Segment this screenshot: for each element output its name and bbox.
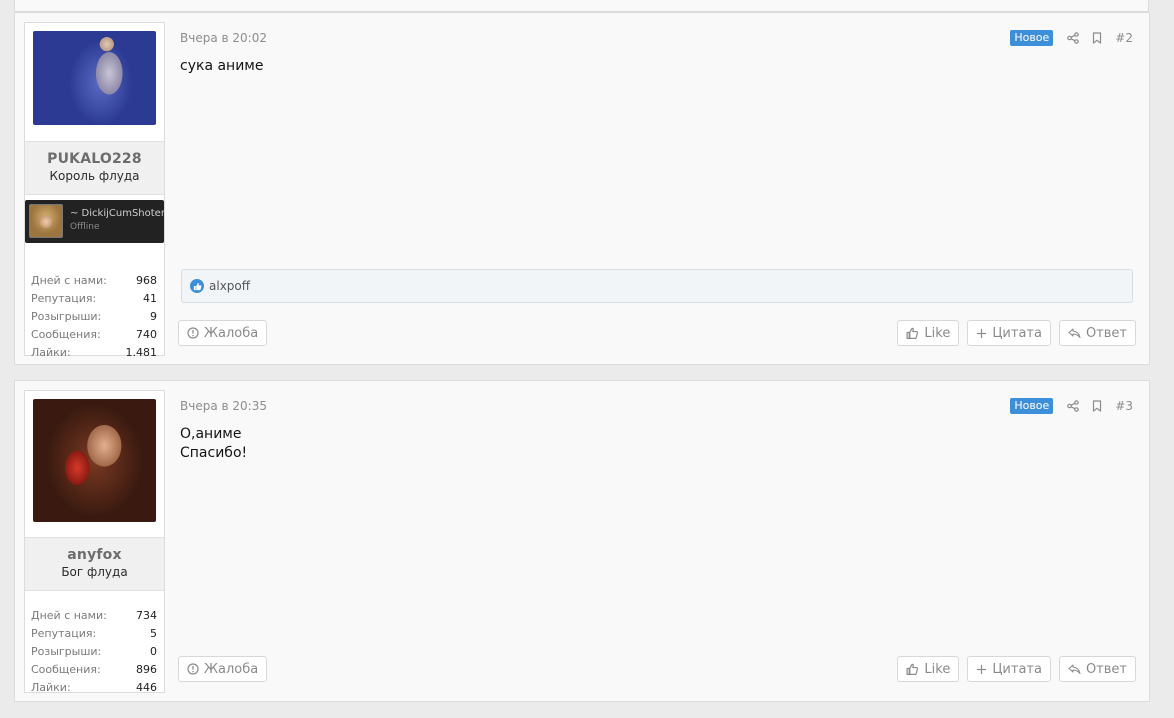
post-actions-left: Жалоба	[178, 656, 268, 682]
post-actions-left: Жалоба	[178, 320, 268, 346]
stat-row: Дней с нами: 968	[31, 272, 157, 290]
stat-row: Репутация: 41	[31, 290, 157, 308]
post-header-actions: Новое #3	[1010, 397, 1133, 415]
message-line: сука аниме	[180, 58, 264, 74]
stat-value: 446	[136, 681, 157, 694]
bookmark-icon[interactable]	[1091, 32, 1103, 44]
user-avatar[interactable]	[33, 31, 156, 125]
post-actions-right: Like Цитата Ответ	[889, 656, 1136, 682]
banner-name: ~ DickijCumShoter	[70, 208, 164, 219]
stat-value: 740	[136, 328, 157, 341]
stat-label: Дней с нами:	[31, 609, 107, 622]
previous-post-bottom	[14, 0, 1149, 12]
user-stats: Дней с нами: 734 Репутация: 5 Розыгрыши:…	[31, 607, 157, 697]
user-title: Бог флуда	[61, 565, 128, 579]
reaction-user[interactable]: alxpoff	[209, 279, 250, 293]
post-number[interactable]: #2	[1115, 31, 1133, 45]
username-link[interactable]: PUKALO228	[25, 151, 164, 167]
stat-value: 1.481	[125, 346, 158, 359]
banner-avatar	[29, 204, 63, 238]
message-line: Спасибо!	[180, 445, 248, 461]
banner-status: Offline	[70, 222, 100, 232]
thread-page: PUKALO228 Король флуда ~ DickijCumShoter…	[0, 0, 1174, 718]
user-avatar[interactable]	[33, 399, 156, 522]
post-number[interactable]: #3	[1115, 399, 1133, 413]
share-icon[interactable]	[1067, 400, 1080, 412]
stat-value: 41	[143, 292, 157, 305]
report-button[interactable]: Жалоба	[178, 320, 268, 346]
stat-label: Сообщения:	[31, 328, 101, 341]
alert-circle-icon	[187, 663, 199, 675]
user-name-block: PUKALO228 Король флуда	[25, 141, 164, 195]
stat-value: 968	[136, 274, 157, 287]
user-name-block: anyfox Бог флуда	[25, 537, 164, 591]
post-2: PUKALO228 Король флуда ~ DickijCumShoter…	[14, 12, 1150, 365]
post-time[interactable]: Вчера в 20:02	[180, 31, 267, 45]
stat-label: Розыгрыши:	[31, 645, 102, 658]
stat-label: Сообщения:	[31, 663, 101, 676]
quote-label: Цитата	[992, 325, 1042, 341]
user-cell: PUKALO228 Король флуда ~ DickijCumShoter…	[24, 22, 165, 359]
stat-label: Лайки:	[31, 346, 71, 359]
quote-label: Цитата	[992, 661, 1042, 677]
reply-label: Ответ	[1085, 661, 1127, 677]
report-label: Жалоба	[204, 661, 259, 677]
like-reaction-icon	[190, 279, 204, 293]
like-button[interactable]: Like	[897, 656, 960, 682]
user-stats: Дней с нами: 968 Репутация: 41 Розыгрыши…	[31, 272, 157, 362]
quote-button[interactable]: Цитата	[967, 656, 1051, 682]
share-icon[interactable]	[1067, 32, 1080, 44]
reply-icon	[1068, 328, 1081, 339]
stat-row: Сообщения: 896	[31, 661, 157, 679]
post-3: anyfox Бог флуда Дней с нами: 734 Репута…	[14, 380, 1150, 702]
user-cell: anyfox Бог флуда Дней с нами: 734 Репута…	[24, 390, 165, 694]
alert-circle-icon	[187, 327, 199, 339]
post-message: О,аниме Спасибо!	[180, 425, 247, 463]
report-button[interactable]: Жалоба	[178, 656, 268, 682]
stat-label: Репутация:	[31, 292, 97, 305]
thumbs-up-icon	[906, 663, 919, 675]
stat-label: Репутация:	[31, 627, 97, 640]
stat-value: 5	[150, 627, 157, 640]
stat-row: Розыгрыши: 0	[31, 643, 157, 661]
thumbs-up-icon	[906, 327, 919, 339]
stat-row: Розыгрыши: 9	[31, 308, 157, 326]
user-title: Король флуда	[49, 169, 140, 183]
plus-icon	[977, 664, 987, 674]
stat-label: Лайки:	[31, 681, 71, 694]
stat-row: Лайки: 1.481	[31, 344, 157, 362]
new-badge: Новое	[1010, 30, 1054, 46]
post-actions-right: Like Цитата Ответ	[889, 320, 1136, 346]
reactions-bar[interactable]: alxpoff	[181, 269, 1133, 303]
stat-row: Репутация: 5	[31, 625, 157, 643]
report-label: Жалоба	[204, 325, 259, 341]
post-time[interactable]: Вчера в 20:35	[180, 399, 267, 413]
stat-value: 0	[150, 645, 157, 658]
reply-button[interactable]: Ответ	[1058, 656, 1136, 682]
stat-value: 896	[136, 663, 157, 676]
like-label: Like	[924, 325, 951, 341]
like-button[interactable]: Like	[897, 320, 960, 346]
quote-button[interactable]: Цитата	[967, 320, 1051, 346]
stat-label: Дней с нами:	[31, 274, 107, 287]
stat-value: 9	[150, 310, 157, 323]
post-message: сука аниме	[180, 57, 263, 76]
username-link[interactable]: anyfox	[25, 547, 164, 563]
post-header-actions: Новое #2	[1010, 29, 1133, 47]
stat-row: Дней с нами: 734	[31, 607, 157, 625]
plus-icon	[977, 328, 987, 338]
reply-button[interactable]: Ответ	[1058, 320, 1136, 346]
reply-label: Ответ	[1085, 325, 1127, 341]
message-line: О,аниме	[180, 426, 242, 442]
stat-row: Лайки: 446	[31, 679, 157, 697]
stat-value: 734	[136, 609, 157, 622]
user-banner[interactable]: ~ DickijCumShoter Offline	[25, 200, 164, 243]
new-badge: Новое	[1010, 398, 1054, 414]
stat-row: Сообщения: 740	[31, 326, 157, 344]
bookmark-icon[interactable]	[1091, 400, 1103, 412]
reply-icon	[1068, 664, 1081, 675]
like-label: Like	[924, 661, 951, 677]
stat-label: Розыгрыши:	[31, 310, 102, 323]
